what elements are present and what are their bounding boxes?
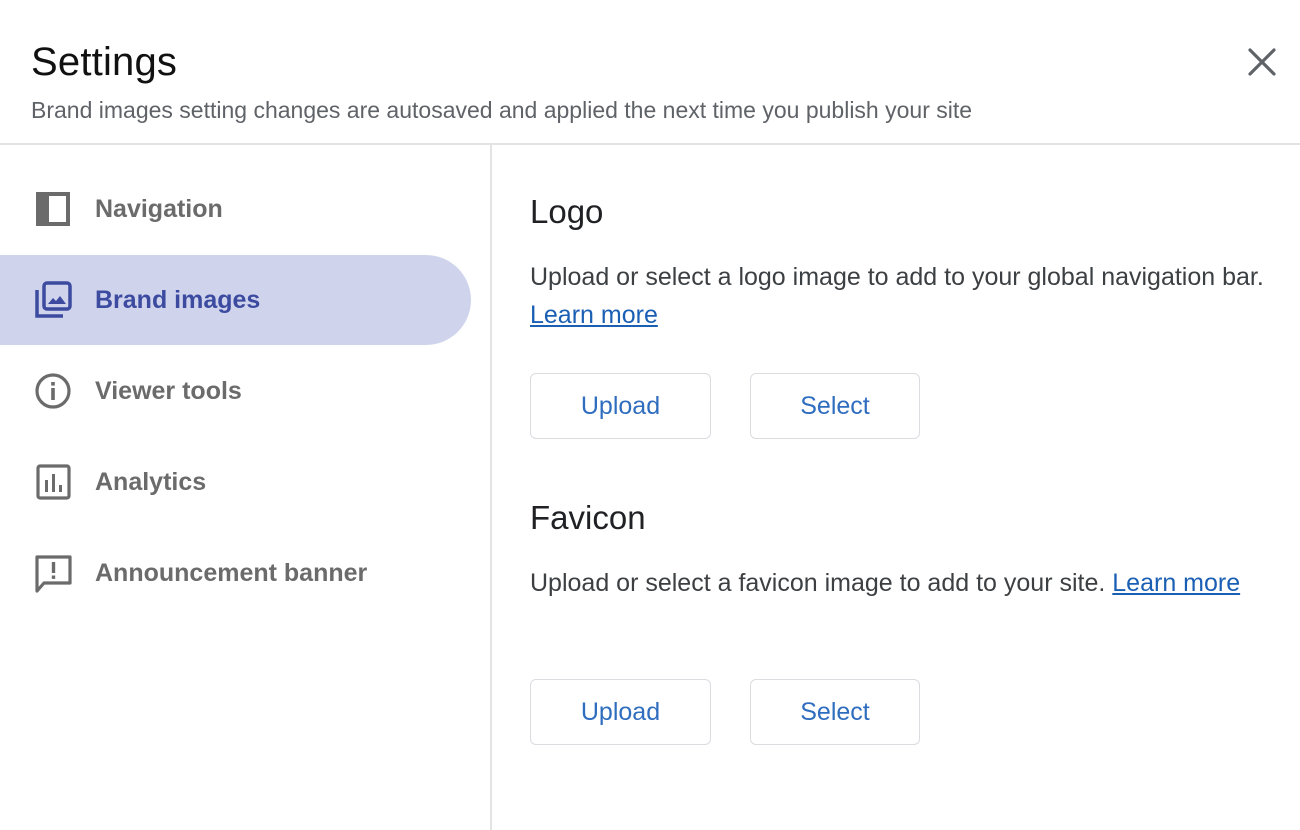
sidebar-item-brand-images[interactable]: Brand images (0, 255, 471, 345)
photo-library-icon (33, 280, 73, 320)
dialog-header: Settings Brand images setting changes ar… (0, 0, 1300, 145)
logo-select-button[interactable]: Select (750, 373, 920, 439)
sidebar-item-label: Analytics (95, 467, 207, 496)
feedback-icon (33, 553, 73, 593)
bar-chart-icon (33, 462, 73, 502)
section-title: Favicon (530, 499, 646, 536)
sidebar-item-announcement-banner[interactable]: Announcement banner (0, 528, 471, 618)
logo-upload-button[interactable]: Upload (530, 373, 711, 439)
favicon-select-button[interactable]: Select (750, 679, 920, 745)
sidebar-item-navigation[interactable]: Navigation (0, 164, 471, 254)
section-title: Logo (530, 193, 604, 230)
section-description: Upload or select a logo image to add to … (530, 263, 1264, 329)
favicon-upload-button[interactable]: Upload (530, 679, 711, 745)
sidebar-item-label: Navigation (95, 194, 223, 223)
close-button[interactable] (1240, 40, 1284, 84)
navigation-panel-icon (33, 189, 73, 229)
page-title: Settings (31, 40, 178, 84)
learn-more-link[interactable]: Learn more (1112, 569, 1240, 597)
sidebar-item-label: Viewer tools (95, 376, 242, 405)
close-icon (1248, 48, 1276, 76)
section-description: Upload or select a favicon image to add … (530, 569, 1241, 597)
sidebar-item-viewer-tools[interactable]: Viewer tools (0, 346, 471, 436)
sidebar-item-label: Brand images (95, 285, 261, 314)
learn-more-link[interactable]: Learn more (530, 301, 658, 329)
settings-sidebar: Navigation Brand images Viewer tools Ana… (0, 145, 492, 830)
sidebar-item-analytics[interactable]: Analytics (0, 437, 471, 527)
sidebar-item-label: Announcement banner (95, 558, 368, 587)
page-subtitle: Brand images setting changes are autosav… (31, 97, 973, 123)
info-icon (33, 371, 73, 411)
